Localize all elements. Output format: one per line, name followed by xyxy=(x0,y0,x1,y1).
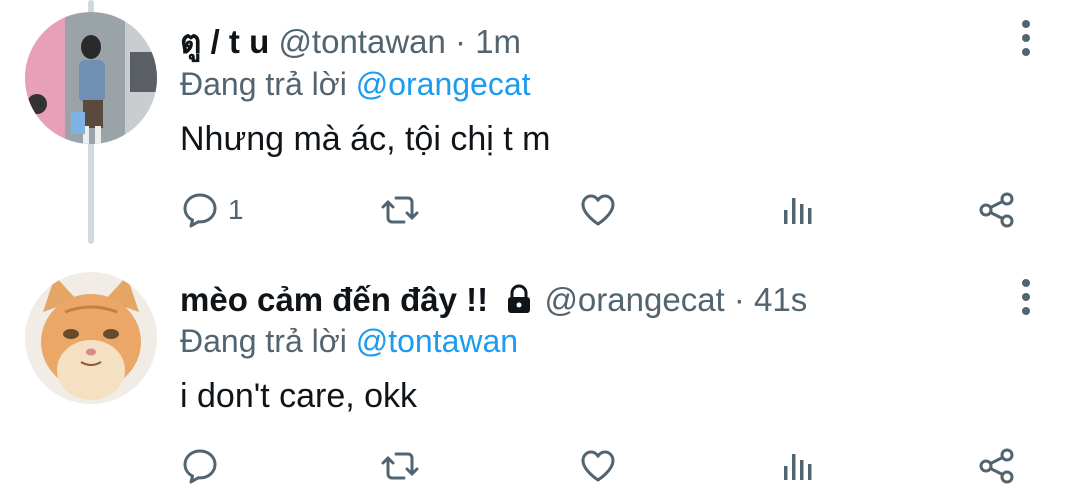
heart-icon xyxy=(581,194,615,226)
reply-prefix: Đang trả lời xyxy=(180,66,347,102)
analytics-bars-icon xyxy=(784,198,812,224)
timestamp[interactable]: · 41s xyxy=(734,281,807,318)
user-handle[interactable]: @orangecat xyxy=(544,281,724,318)
share-icon xyxy=(979,192,1014,228)
share-icon xyxy=(979,448,1014,484)
tweet-text: i don't care, okk xyxy=(180,377,418,415)
user-handle[interactable]: @tontawan xyxy=(278,23,445,60)
retweet-button[interactable] xyxy=(380,185,420,235)
analytics-button[interactable] xyxy=(778,441,818,491)
reply-mention[interactable]: @tontawan xyxy=(356,323,518,359)
tweet-1[interactable]: ตู / t u @tontawan · 1m Đang trả lời @or… xyxy=(0,0,1080,255)
action-bar: 1 xyxy=(0,185,1080,235)
heart-icon xyxy=(581,450,615,482)
reply-count: 1 xyxy=(228,194,244,225)
reply-prefix: Đang trả lời xyxy=(180,323,347,359)
tweet-header: ตู / t u @tontawan · 1m xyxy=(180,22,521,62)
display-name[interactable]: mèo cảm đến đây !! xyxy=(180,281,488,318)
analytics-bars-icon xyxy=(784,454,812,480)
action-bar xyxy=(0,441,1080,491)
timestamp[interactable]: · 1m xyxy=(455,23,521,60)
display-name[interactable]: ตู / t u xyxy=(180,23,269,60)
share-button[interactable] xyxy=(977,185,1017,235)
replying-to: Đang trả lời @tontawan xyxy=(180,321,518,361)
like-button[interactable] xyxy=(578,185,618,235)
tweet-header: mèo cảm đến đây !! @orangecat · 41s xyxy=(180,280,807,320)
replying-to: Đang trả lời @orangecat xyxy=(180,64,531,104)
like-button[interactable] xyxy=(578,441,618,491)
tweet-2[interactable]: mèo cảm đến đây !! @orangecat · 41s Đang… xyxy=(0,255,1080,499)
tweet-text: Nhưng mà ác, tội chị t m xyxy=(180,120,551,158)
retweet-icon xyxy=(381,196,419,224)
reply-button[interactable]: 1 xyxy=(180,185,244,235)
reply-bubble-icon xyxy=(183,449,217,484)
retweet-button[interactable] xyxy=(380,441,420,491)
retweet-icon xyxy=(381,452,419,480)
more-vertical-icon[interactable] xyxy=(1011,277,1041,317)
avatar[interactable] xyxy=(25,12,157,144)
analytics-button[interactable] xyxy=(778,185,818,235)
share-button[interactable] xyxy=(977,441,1017,491)
reply-bubble-icon xyxy=(183,193,217,228)
reply-button[interactable] xyxy=(180,441,228,491)
lock-icon xyxy=(508,284,531,313)
more-vertical-icon[interactable] xyxy=(1011,18,1041,58)
avatar[interactable] xyxy=(25,272,157,404)
reply-mention[interactable]: @orangecat xyxy=(356,66,531,102)
